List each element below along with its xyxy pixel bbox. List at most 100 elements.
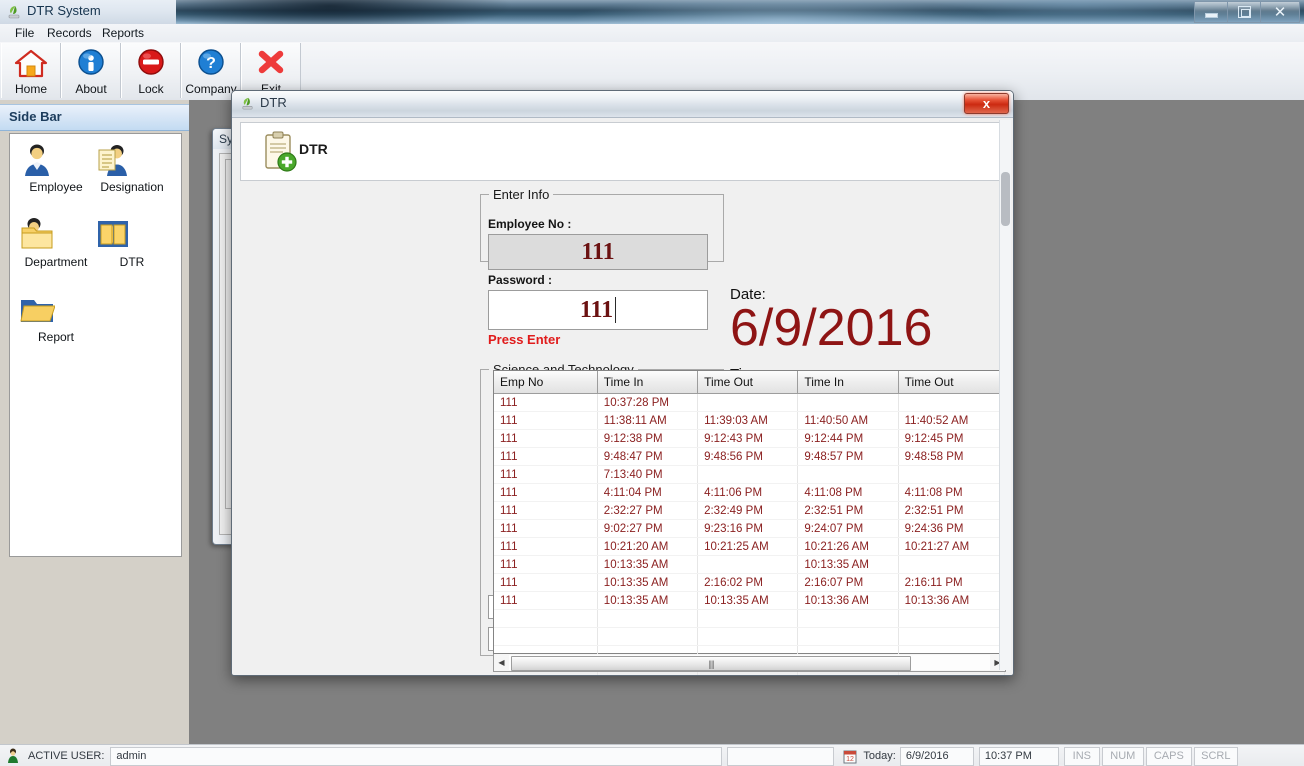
table-cell: 10:13:35 AM [597, 556, 697, 574]
employee-no-label: Employee No : [488, 217, 571, 231]
table-cell: 10:13:36 AM [798, 592, 898, 610]
table-cell: 10:21:27 AM [898, 538, 1004, 556]
minimize-button[interactable] [1194, 1, 1227, 23]
table-row[interactable]: 11110:13:35 AM2:16:02 PM2:16:07 PM2:16:1… [494, 574, 1005, 592]
sidebar-item-department[interactable]: Department [19, 217, 93, 269]
scroll-left-arrow-icon[interactable]: ◀ [494, 655, 509, 670]
active-user-value: admin [110, 747, 722, 766]
table-cell: 2:32:51 PM [798, 502, 898, 520]
table-row[interactable]: 11110:37:28 PM [494, 394, 1005, 412]
sidebar-item-dtr[interactable]: DTR [95, 217, 169, 269]
grid-column-header-2[interactable]: Time Out [698, 371, 798, 394]
menubar: File Records Reports [0, 24, 1304, 43]
dialog-vertical-scrollbar[interactable] [999, 120, 1011, 670]
grid-column-header-0[interactable]: Emp No [494, 371, 597, 394]
dtr-records-grid[interactable]: Emp NoTime InTime OutTime InTime Out 111… [493, 370, 1006, 654]
table-cell: 9:48:58 PM [898, 448, 1004, 466]
toolbar-button-about[interactable]: About [61, 43, 121, 98]
toolbar-button-home[interactable]: Home [1, 43, 61, 98]
today-time-value: 10:37 PM [979, 747, 1059, 766]
table-row[interactable]: 1119:02:27 PM9:23:16 PM9:24:07 PM9:24:36… [494, 520, 1005, 538]
table-cell [798, 466, 898, 484]
app-leaf-icon [240, 96, 255, 111]
toolbar-button-lock[interactable]: Lock [121, 43, 181, 98]
table-row[interactable]: 11110:21:20 AM10:21:25 AM10:21:26 AM10:2… [494, 538, 1005, 556]
table-cell [597, 610, 697, 628]
table-cell: 2:16:11 PM [898, 574, 1004, 592]
table-cell: 111 [494, 556, 597, 574]
sidebar-item-report[interactable]: Report [19, 292, 93, 344]
lock-deny-icon [134, 48, 168, 78]
close-button[interactable]: ✕ [1260, 1, 1300, 23]
table-cell: 111 [494, 412, 597, 430]
table-cell [898, 556, 1004, 574]
today-date-value: 6/9/2016 [900, 747, 974, 766]
table-cell: 9:12:43 PM [698, 430, 798, 448]
table-cell: 4:11:06 PM [698, 484, 798, 502]
table-cell: 10:21:26 AM [798, 538, 898, 556]
table-cell: 111 [494, 394, 597, 412]
dtr-dialog-close-button[interactable]: x [964, 93, 1009, 114]
table-cell [798, 610, 898, 628]
today-label: Today: [863, 747, 895, 765]
table-cell: 2:16:02 PM [698, 574, 798, 592]
grid-horizontal-scrollbar[interactable]: ◀ |||| ▶ [493, 654, 1006, 672]
grid-hscroll-thumb[interactable]: |||| [511, 656, 911, 671]
info-icon [74, 48, 108, 78]
grid-column-header-3[interactable]: Time In [798, 371, 898, 394]
table-row[interactable]: 1112:32:27 PM2:32:49 PM2:32:51 PM2:32:51… [494, 502, 1005, 520]
table-cell: 9:24:07 PM [798, 520, 898, 538]
svg-text:12: 12 [847, 756, 855, 763]
table-cell [798, 628, 898, 646]
indicator-scrl: SCRL [1194, 747, 1238, 766]
table-row[interactable] [494, 628, 1005, 646]
menu-records[interactable]: Records [40, 26, 99, 40]
table-cell: 111 [494, 430, 597, 448]
grid-column-header-4[interactable]: Time Out [898, 371, 1004, 394]
window-controls: ✕ [1194, 1, 1300, 21]
sidebar-label-department: Department [19, 255, 93, 269]
menu-file[interactable]: File [8, 26, 41, 40]
password-value: 111 [580, 297, 613, 324]
table-cell: 10:21:20 AM [597, 538, 697, 556]
table-cell: 4:11:08 PM [898, 484, 1004, 502]
sidebar: Side Bar Employee [0, 100, 189, 744]
password-input[interactable]: 111 [488, 290, 708, 330]
text-caret [615, 297, 616, 323]
table-cell [494, 628, 597, 646]
table-cell [597, 628, 697, 646]
table-row[interactable]: 1119:12:38 PM9:12:43 PM9:12:44 PM9:12:45… [494, 430, 1005, 448]
toolbar-button-company[interactable]: ? Company [181, 43, 241, 98]
help-question-icon: ? [194, 48, 228, 78]
maximize-button[interactable] [1227, 1, 1260, 23]
grid-column-header-1[interactable]: Time In [597, 371, 697, 394]
sidebar-item-designation[interactable]: Designation [95, 142, 169, 194]
dtr-dialog: DTR x DTR Enter Info [231, 90, 1014, 676]
indicator-ins: INS [1064, 747, 1100, 766]
table-row[interactable]: 1119:48:47 PM9:48:56 PM9:48:57 PM9:48:58… [494, 448, 1005, 466]
table-row[interactable] [494, 610, 1005, 628]
statusbar: ACTIVE USER: admin 12 Today: 6/9/2016 10… [0, 744, 1304, 766]
dialog-vscroll-thumb[interactable] [1001, 172, 1010, 226]
calendar-icon: 12 [843, 749, 857, 764]
table-cell: 9:24:36 PM [898, 520, 1004, 538]
table-cell [798, 394, 898, 412]
table-cell: 9:48:47 PM [597, 448, 697, 466]
grid-hscroll-track[interactable]: |||| [509, 655, 990, 670]
table-cell [898, 466, 1004, 484]
window-titlebar: DTR System ✕ [0, 0, 1304, 24]
sidebar-item-employee[interactable]: Employee [19, 142, 93, 194]
employee-no-input[interactable]: 111 [488, 234, 708, 270]
table-row[interactable]: 11110:13:35 AM10:13:35 AM10:13:36 AM10:1… [494, 592, 1005, 610]
menu-reports[interactable]: Reports [95, 26, 151, 40]
table-row[interactable]: 11111:38:11 AM11:39:03 AM11:40:50 AM11:4… [494, 412, 1005, 430]
table-cell [898, 610, 1004, 628]
table-row[interactable]: 11110:13:35 AM10:13:35 AM [494, 556, 1005, 574]
table-cell: 10:21:25 AM [698, 538, 798, 556]
table-cell: 10:13:35 AM [597, 574, 697, 592]
table-row[interactable]: 1117:13:40 PM [494, 466, 1005, 484]
password-label: Password : [488, 273, 552, 287]
table-cell: 10:13:35 AM [698, 592, 798, 610]
table-cell: 11:39:03 AM [698, 412, 798, 430]
table-row[interactable]: 1114:11:04 PM4:11:06 PM4:11:08 PM4:11:08… [494, 484, 1005, 502]
